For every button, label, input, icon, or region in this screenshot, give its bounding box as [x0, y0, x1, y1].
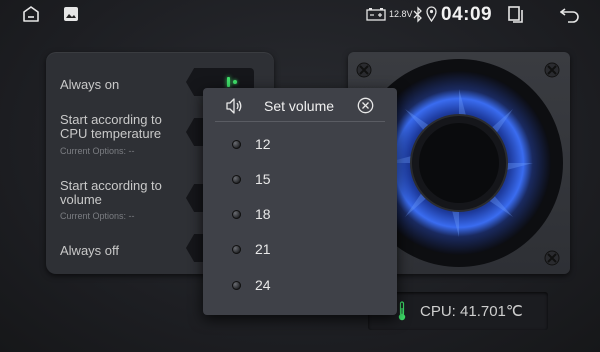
back-icon[interactable]: [560, 6, 580, 23]
toggle-led-indicator: [227, 77, 230, 87]
volume-option-21[interactable]: 21: [223, 235, 383, 265]
volume-option-value: 21: [255, 241, 271, 257]
speaker-icon: [226, 98, 242, 114]
screw-icon: [544, 250, 560, 266]
bluetooth-icon: [413, 6, 422, 23]
volume-option-24[interactable]: 24: [223, 271, 383, 301]
option-always-off-label: Always off: [60, 243, 120, 258]
volume-option-value: 24: [255, 277, 271, 293]
volume-option-15[interactable]: 15: [223, 165, 383, 195]
option-volume-label: Start according to volume: [60, 178, 162, 207]
status-bar: 12.8V 04:09: [0, 0, 600, 30]
close-icon[interactable]: [357, 97, 374, 114]
thermometer-icon: [398, 301, 406, 321]
recent-apps-icon[interactable]: [508, 6, 524, 23]
radio-indicator: [232, 210, 241, 219]
set-volume-dialog: Set volume 12 15 18 21 24: [203, 88, 397, 315]
volume-option-18[interactable]: 18: [223, 200, 383, 230]
option-volume-current: Current Options: --: [60, 211, 135, 221]
option-cpu-temp-label: Start according to CPU temperature: [60, 112, 162, 141]
cpu-temperature-readout: CPU: 41.701℃: [420, 303, 523, 320]
voltage-readout: 12.8V: [389, 9, 413, 19]
radio-indicator: [232, 175, 241, 184]
volume-option-value: 18: [255, 206, 271, 222]
battery-icon: [366, 8, 386, 21]
radio-indicator: [232, 245, 241, 254]
screw-icon: [544, 62, 560, 78]
radio-indicator: [232, 140, 241, 149]
volume-option-value: 15: [255, 171, 271, 187]
option-always-on-label: Always on: [60, 77, 120, 92]
dialog-divider: [215, 121, 385, 122]
screw-icon: [356, 62, 372, 78]
toggle-led-dot: [233, 80, 237, 84]
volume-option-value: 12: [255, 136, 271, 152]
radio-indicator: [232, 281, 241, 290]
home-icon[interactable]: [22, 6, 40, 23]
option-cpu-temp-current: Current Options: --: [60, 146, 135, 156]
gallery-icon[interactable]: [64, 7, 78, 21]
clock-time: 04:09: [441, 4, 493, 25]
location-icon: [426, 6, 437, 22]
volume-option-12[interactable]: 12: [223, 130, 383, 160]
dialog-title: Set volume: [264, 98, 335, 114]
